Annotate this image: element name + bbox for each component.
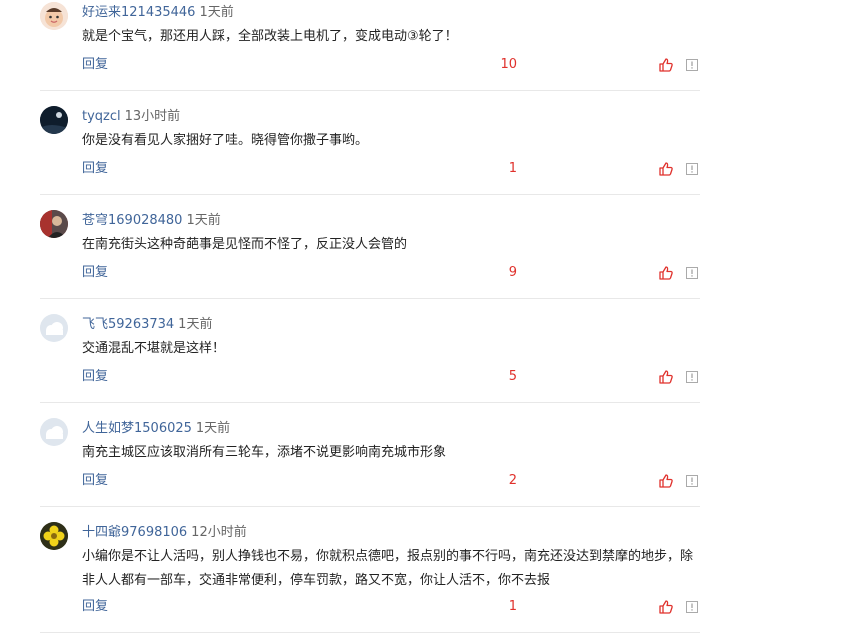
user-avatar[interactable] [40,418,68,446]
reply-button[interactable]: 回复 [82,265,108,281]
thumbs-up-icon[interactable] [659,474,673,488]
divider [40,632,700,633]
username-link[interactable]: 十四爺97698106 [82,525,187,540]
like-count: 1 [508,161,517,176]
thumbs-up-icon[interactable] [659,58,673,72]
username-link[interactable]: 人生如梦1506025 [82,421,192,436]
like-count: 9 [508,265,517,280]
comment-text: 南充主城区应该取消所有三轮车，添堵不说更影响南充城市形象 [82,445,447,460]
comment-text: 你是没有看见人家捆好了哇。晓得管你撒子事哟。 [82,133,369,148]
report-icon[interactable] [686,475,698,487]
comment-time: 1天前 [199,5,234,20]
reply-button[interactable]: 回复 [82,473,108,489]
like-count: 10 [500,57,517,72]
thumbs-up-icon[interactable] [659,370,673,384]
report-icon[interactable] [686,59,698,71]
username-link[interactable]: 好运来121435446 [82,5,195,20]
divider [40,90,700,91]
divider [40,298,700,299]
reply-button[interactable]: 回复 [82,599,108,615]
thumbs-up-icon[interactable] [659,162,673,176]
comment-meta: 飞飞59263734 1天前 [82,317,212,333]
comment-meta: tyqzcl 13小时前 [82,109,180,125]
username-link[interactable]: tyqzcl [82,109,121,124]
comment-time: 1天前 [186,213,221,228]
comment-text: 在南充街头这种奇葩事是见怪而不怪了，反正没人会管的 [82,237,408,252]
thumbs-up-icon[interactable] [659,600,673,614]
divider [40,402,700,403]
user-avatar[interactable] [40,106,68,134]
comment-time: 1天前 [178,317,213,332]
username-link[interactable]: 飞飞59263734 [82,317,174,332]
reply-button[interactable]: 回复 [82,161,108,177]
report-icon[interactable] [686,163,698,175]
comment-text: 交通混乱不堪就是这样！ [82,341,226,356]
comment-meta: 人生如梦1506025 1天前 [82,421,230,437]
comment-text: 小编你是不让人活吗，别人挣钱也不易，你就积点德吧，报点别的事不行吗，南充还没达到… [82,549,694,588]
divider [40,194,700,195]
like-count: 1 [508,599,517,614]
comment-text: 就是个宝气，那还用人踩，全部改装上电机了，变成电动③轮了！ [82,29,458,44]
user-avatar[interactable] [40,210,68,238]
thumbs-up-icon[interactable] [659,266,673,280]
comment-meta: 十四爺97698106 12小时前 [82,525,247,541]
comment-time: 13小时前 [124,109,181,124]
report-icon[interactable] [686,601,698,613]
comment-meta: 苍穹169028480 1天前 [82,213,221,229]
report-icon[interactable] [686,371,698,383]
user-avatar[interactable] [40,522,68,550]
comment-meta: 好运来121435446 1天前 [82,5,234,21]
reply-button[interactable]: 回复 [82,369,108,385]
comment-time: 1天前 [195,421,231,436]
user-avatar[interactable] [40,314,68,342]
divider [40,506,700,507]
like-count: 2 [508,473,517,488]
username-link[interactable]: 苍穹169028480 [82,213,182,228]
user-avatar[interactable] [40,2,68,30]
like-count: 5 [508,369,517,384]
comment-time: 12小时前 [191,525,247,540]
report-icon[interactable] [686,267,698,279]
reply-button[interactable]: 回复 [82,57,108,73]
